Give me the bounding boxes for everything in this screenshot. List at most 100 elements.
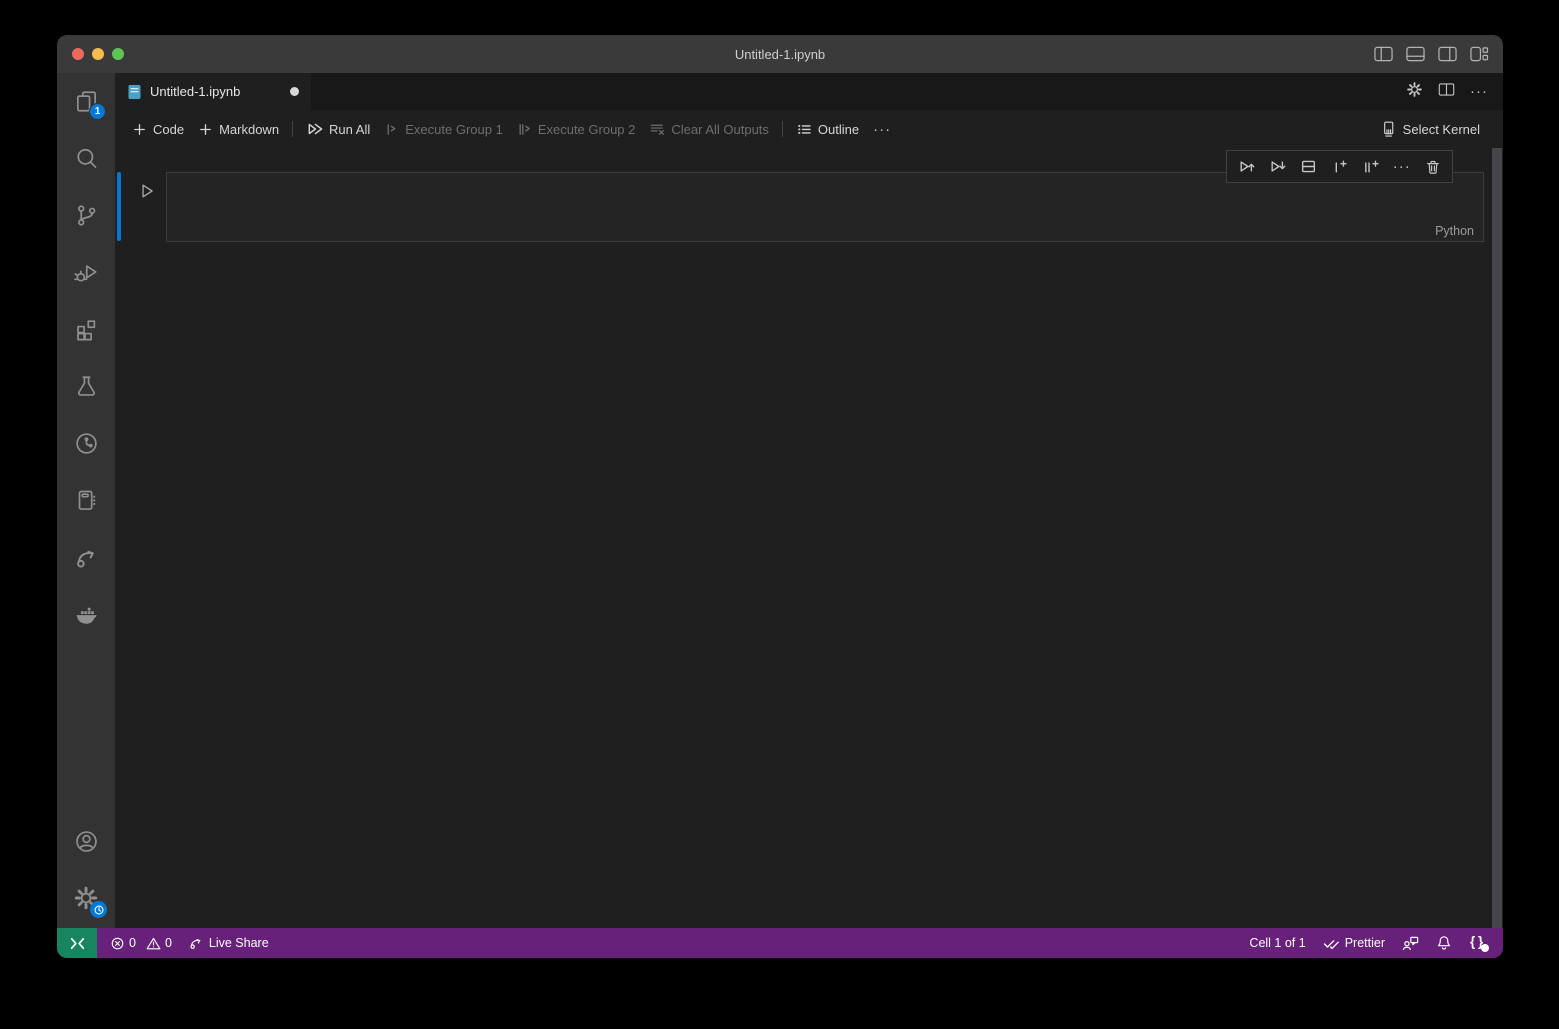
status-bar-right: Cell 1 of 1 Prettier (1249, 935, 1503, 951)
zoom-window-button[interactable] (112, 48, 124, 60)
cell-focus-bar[interactable] (117, 172, 121, 241)
explorer-icon[interactable]: 1 (70, 85, 102, 117)
toggle-primary-sidebar-button[interactable] (1374, 46, 1393, 62)
run-all-label: Run All (329, 122, 370, 137)
prettier-status-item[interactable]: Prettier (1323, 936, 1385, 950)
window-title: Untitled-1.ipynb (735, 47, 825, 62)
toolbar-more-button[interactable]: ··· (866, 118, 898, 141)
insert-cell-icon[interactable] (1328, 155, 1352, 179)
kernel-icon (1380, 120, 1397, 138)
vscode-window: Untitled-1.ipynb (57, 35, 1503, 958)
add-markdown-cell-button[interactable]: Markdown (191, 118, 286, 141)
split-editor-icon[interactable] (1438, 82, 1455, 102)
minimize-window-button[interactable] (92, 48, 104, 60)
plus-icon (132, 122, 147, 137)
braces-dot (1481, 944, 1489, 952)
cell-toolbar: ··· (1226, 150, 1453, 183)
delete-cell-icon[interactable] (1421, 155, 1445, 179)
editor-actions: ··· (1406, 73, 1503, 110)
close-window-button[interactable] (72, 48, 84, 60)
tab-untitled-1-ipynb[interactable]: Untitled-1.ipynb (115, 73, 311, 110)
insert-cells-icon[interactable] (1359, 155, 1383, 179)
extensions-icon[interactable] (70, 313, 102, 345)
testing-icon[interactable] (70, 370, 102, 402)
notebook-icon[interactable] (70, 484, 102, 516)
account-icon[interactable] (70, 825, 102, 857)
main-area: 1 (57, 73, 1503, 928)
clear-all-outputs-label: Clear All Outputs (671, 122, 769, 137)
status-bar-left: 0 0 Live Share (97, 935, 269, 951)
run-cell-button[interactable] (136, 180, 158, 202)
braces-status-icon[interactable]: { } (1469, 935, 1489, 951)
scrollbar-thumb[interactable] (1492, 148, 1502, 928)
split-cell-icon[interactable] (1296, 155, 1320, 179)
tab-label: Untitled-1.ipynb (150, 84, 240, 99)
problems-indicator[interactable]: 0 0 (110, 936, 172, 951)
search-icon[interactable] (70, 142, 102, 174)
customize-layout-button[interactable] (1470, 46, 1489, 62)
prettier-label: Prettier (1345, 936, 1385, 950)
cell-position-indicator[interactable]: Cell 1 of 1 (1249, 936, 1305, 950)
source-control-icon[interactable] (70, 199, 102, 231)
notebook-toolbar: Code Markdown Run All (115, 110, 1503, 148)
clear-all-outputs-button[interactable]: Clear All Outputs (642, 117, 776, 141)
add-markdown-label: Markdown (219, 122, 279, 137)
execute-group-2-icon (517, 122, 532, 137)
toggle-secondary-sidebar-button[interactable] (1438, 46, 1457, 62)
live-share-label: Live Share (209, 936, 269, 950)
cell-language-picker[interactable]: Python (1435, 224, 1474, 238)
notebook-settings-gear-icon[interactable] (1406, 81, 1423, 103)
activity-bar-bottom (70, 825, 102, 928)
more-actions-icon[interactable]: ··· (1470, 84, 1488, 99)
execute-cell-and-below-icon[interactable] (1265, 155, 1289, 179)
screen: Untitled-1.ipynb (0, 0, 1559, 1029)
explorer-badge: 1 (89, 103, 106, 120)
outline-button[interactable]: Outline (789, 117, 866, 141)
remote-icon (70, 937, 85, 950)
settings-gear-icon[interactable] (70, 882, 102, 914)
toggle-panel-button[interactable] (1406, 46, 1425, 62)
settings-clock-badge (90, 901, 107, 918)
notebook-canvas[interactable]: ··· (115, 148, 1503, 928)
feedback-icon[interactable] (1402, 935, 1419, 951)
live-share-icon (188, 935, 204, 951)
git-graph-icon[interactable] (70, 427, 102, 459)
more-actions-icon: ··· (873, 122, 891, 137)
remote-indicator[interactable] (57, 928, 97, 958)
notebook-file-icon (127, 84, 142, 100)
clear-outputs-icon (649, 121, 665, 137)
select-kernel-button[interactable]: Select Kernel (1373, 116, 1487, 142)
execute-group-2-label: Execute Group 2 (538, 122, 636, 137)
window-controls (72, 35, 124, 73)
plus-icon (198, 122, 213, 137)
error-icon (110, 936, 125, 951)
execute-group-1-button[interactable]: Execute Group 1 (377, 118, 510, 141)
status-bar: 0 0 Live Share Cell 1 of 1 (57, 928, 1503, 958)
live-share-icon[interactable] (70, 541, 102, 573)
warning-count: 0 (165, 936, 172, 950)
live-share-status-item[interactable]: Live Share (188, 935, 269, 951)
execute-above-cells-icon[interactable] (1234, 155, 1258, 179)
warning-icon (146, 936, 161, 951)
notifications-bell-icon[interactable] (1436, 935, 1452, 951)
execute-group-1-icon (384, 122, 399, 137)
cell-more-actions-icon[interactable]: ··· (1390, 155, 1414, 179)
modified-dot-icon[interactable] (290, 87, 299, 96)
run-all-button[interactable]: Run All (299, 117, 377, 141)
docker-icon[interactable] (70, 598, 102, 630)
toolbar-separator (292, 121, 293, 137)
add-code-cell-button[interactable]: Code (125, 118, 191, 141)
editor-group: Untitled-1.ipynb ··· (115, 73, 1503, 928)
tab-bar: Untitled-1.ipynb ··· (115, 73, 1503, 110)
double-check-icon (1323, 937, 1340, 950)
execute-group-1-label: Execute Group 1 (405, 122, 503, 137)
editor-scrollbar (1492, 148, 1502, 928)
run-all-icon (306, 121, 323, 137)
outline-list-icon (796, 121, 812, 137)
layout-controls (1374, 35, 1489, 73)
activity-bar: 1 (57, 73, 115, 928)
title-bar: Untitled-1.ipynb (57, 35, 1503, 73)
run-and-debug-icon[interactable] (70, 256, 102, 288)
execute-group-2-button[interactable]: Execute Group 2 (510, 118, 643, 141)
play-icon (138, 182, 156, 200)
